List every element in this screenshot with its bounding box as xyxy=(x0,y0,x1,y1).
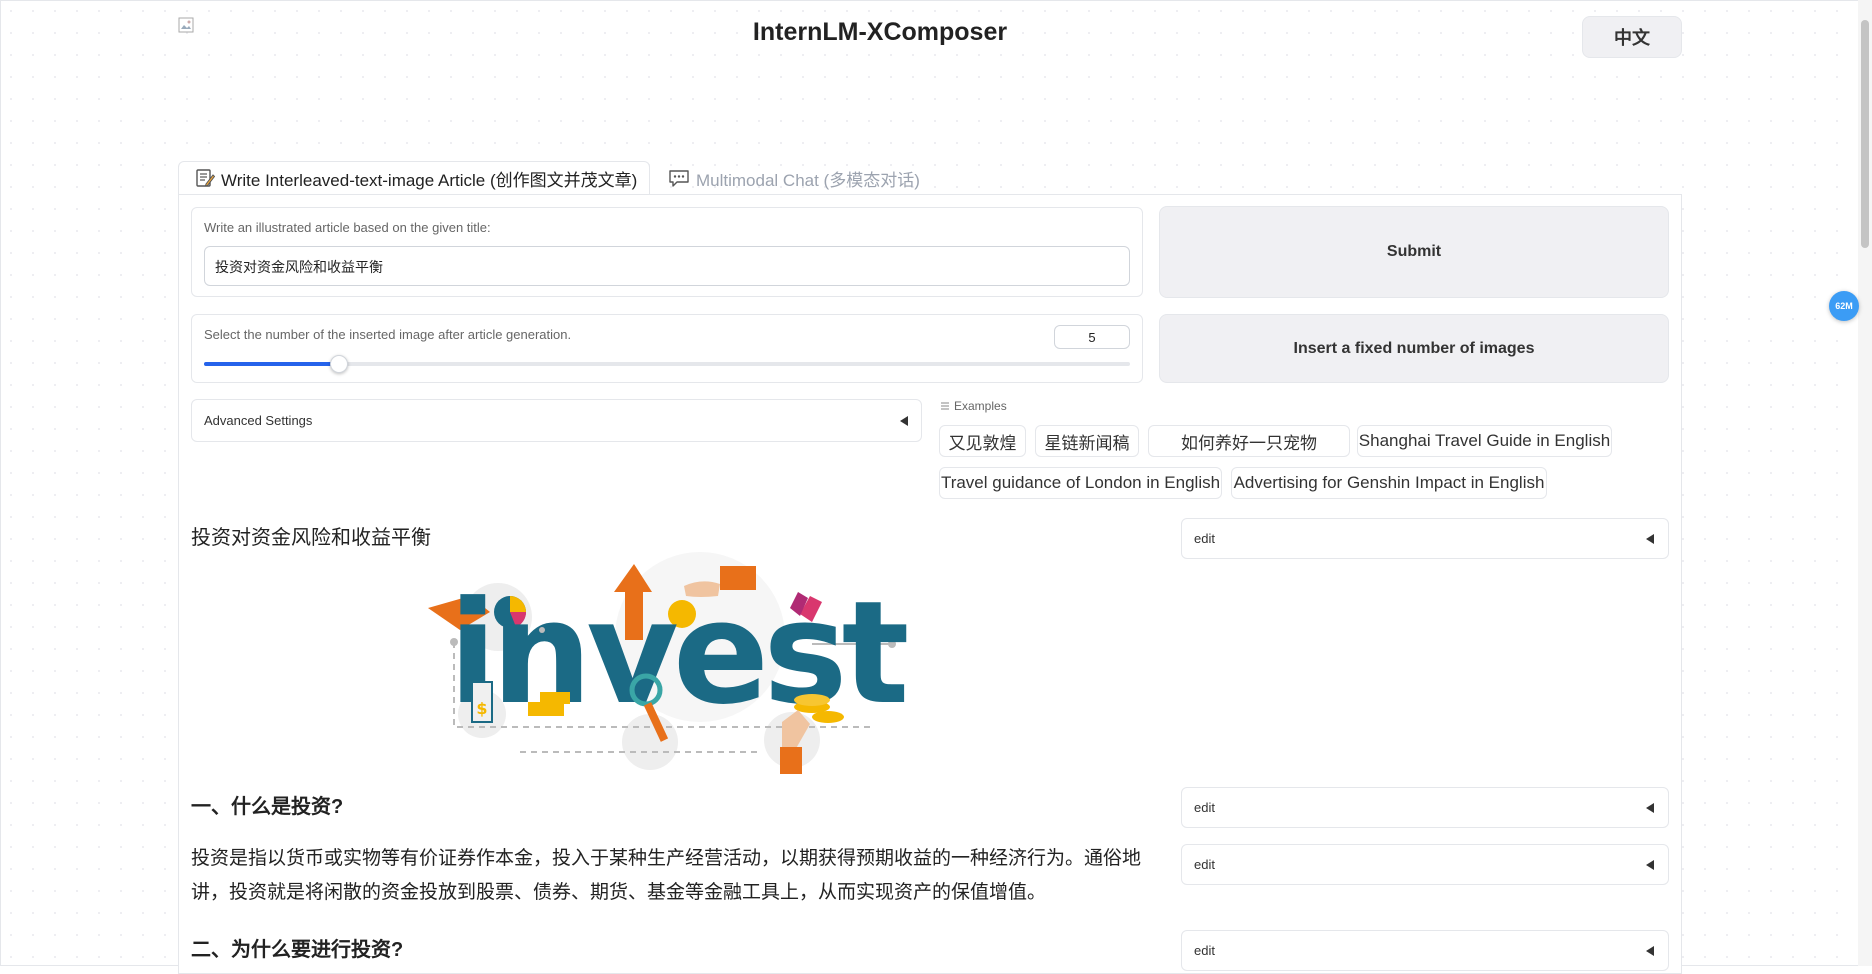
edit-accordion[interactable]: edit xyxy=(1181,930,1669,971)
image-count-slider-group: Select the number of the inserted image … xyxy=(191,314,1143,383)
title-input-label: Write an illustrated article based on th… xyxy=(204,220,491,235)
memo-icon xyxy=(195,168,215,188)
advanced-settings-accordion[interactable]: Advanced Settings xyxy=(191,399,922,442)
advanced-settings-label: Advanced Settings xyxy=(204,413,313,428)
tab-write-article[interactable]: Write Interleaved-text-image Article (创作… xyxy=(178,161,650,195)
section-paragraph: 投资是指以货币或实物等有价证券作本金，投入于某种生产经营活动，以期获得预期收益的… xyxy=(191,848,1142,903)
tab-write-article-label: Write Interleaved-text-image Article (创作… xyxy=(221,170,638,190)
tab-multimodal-chat-label: Multimodal Chat (多模态对话) xyxy=(696,170,920,190)
edit-accordion[interactable]: edit xyxy=(1181,787,1669,828)
slider-label: Select the number of the inserted image … xyxy=(204,327,572,342)
language-toggle-button[interactable]: 中文 xyxy=(1582,16,1682,58)
edit-label: edit xyxy=(1194,531,1215,546)
collapse-arrow-icon xyxy=(900,416,908,426)
app-title: InternLM-XComposer xyxy=(752,18,1008,46)
examples-header: Examples xyxy=(940,399,1007,413)
submit-button[interactable]: Submit xyxy=(1159,206,1669,298)
example-chip[interactable]: 又见敦煌 xyxy=(939,425,1026,457)
example-chip[interactable]: Travel guidance of London in English xyxy=(939,467,1222,499)
edit-accordion[interactable]: edit xyxy=(1181,844,1669,885)
edit-label: edit xyxy=(1194,943,1215,958)
article-title: 投资对资金风险和收益平衡 xyxy=(191,527,431,549)
example-chip[interactable]: 如何养好一只宠物 xyxy=(1148,425,1350,457)
invest-word: invest xyxy=(448,571,906,736)
tab-multimodal-chat[interactable]: Multimodal Chat (多模态对话) xyxy=(668,161,920,195)
edit-label: edit xyxy=(1194,800,1215,815)
collapse-arrow-icon xyxy=(1646,860,1654,870)
scrollbar-thumb[interactable] xyxy=(1861,20,1869,248)
section-heading: 二、为什么要进行投资? xyxy=(191,939,404,961)
title-input-group: Write an illustrated article based on th… xyxy=(191,207,1143,297)
insert-images-button[interactable]: Insert a fixed number of images xyxy=(1159,314,1669,383)
list-icon xyxy=(941,402,949,410)
invest-illustration: invest $ xyxy=(428,552,913,774)
example-chip[interactable]: Shanghai Travel Guide in English xyxy=(1357,425,1612,457)
collapse-arrow-icon xyxy=(1646,534,1654,544)
example-chip[interactable]: Advertising for Genshin Impact in Englis… xyxy=(1231,467,1547,499)
edit-label: edit xyxy=(1194,857,1215,872)
example-chip[interactable]: 星链新闻稿 xyxy=(1035,425,1139,457)
slider-track[interactable] xyxy=(204,355,1130,373)
svg-text:$: $ xyxy=(476,699,487,718)
examples-label: Examples xyxy=(954,399,1007,413)
edit-accordion[interactable]: edit xyxy=(1181,518,1669,559)
speech-bubble-icon xyxy=(668,168,690,188)
title-textarea[interactable]: 投资对资金风险和收益平衡 xyxy=(204,246,1130,286)
slider-thumb[interactable] xyxy=(330,355,349,373)
slider-fill xyxy=(204,362,340,366)
collapse-arrow-icon xyxy=(1646,803,1654,813)
memory-badge[interactable]: 62M xyxy=(1829,291,1859,321)
section-heading: 一、什么是投资? xyxy=(191,796,344,818)
collapse-arrow-icon xyxy=(1646,946,1654,956)
image-count-input[interactable]: 5 xyxy=(1054,325,1130,349)
